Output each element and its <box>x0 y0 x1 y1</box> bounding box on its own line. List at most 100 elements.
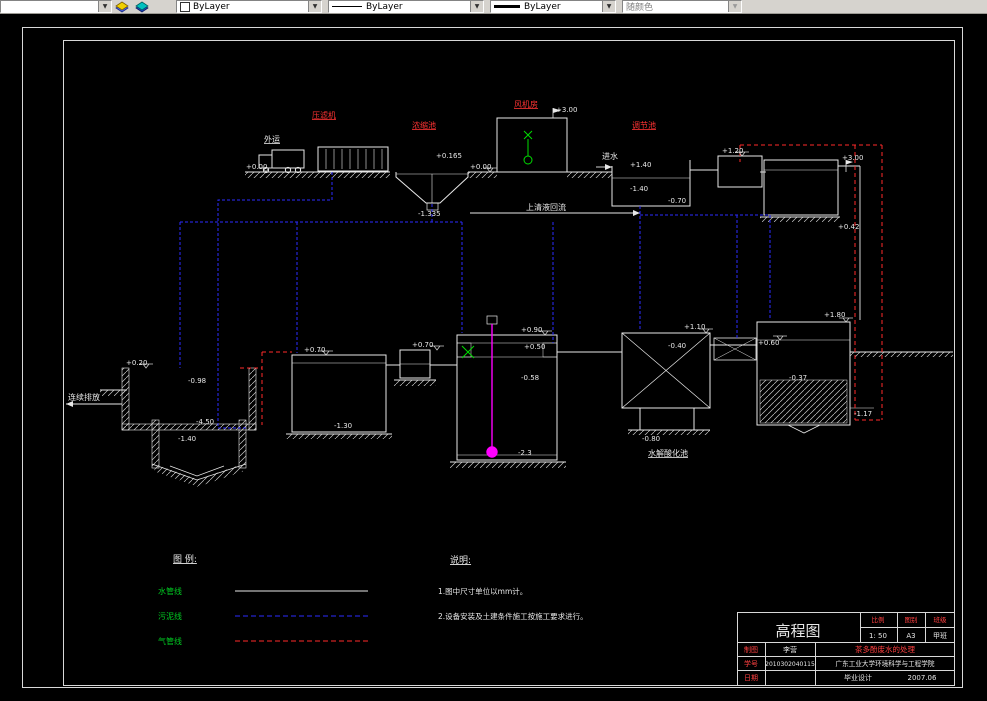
drafter-label: 制图 <box>744 645 758 654</box>
scale-value: 1: 50 <box>869 632 887 640</box>
ground-hatch <box>100 172 953 468</box>
make-object-layer-current-button[interactable] <box>112 0 132 13</box>
lineweight-dropdown[interactable]: ByLayer ▼ <box>490 0 616 13</box>
pump-unit <box>399 349 431 379</box>
pipes-sludge <box>179 172 771 429</box>
elevation-label: +1.40 <box>630 161 651 169</box>
elevation-label: +0.50 <box>524 343 545 351</box>
elevation-label: +0.70 <box>412 341 433 349</box>
elevation-label: +0.00 <box>246 163 267 171</box>
drawing-canvas[interactable]: +3.00 +0.00 +0.00 +0.165 -1.335 +1.40 -1… <box>0 0 987 701</box>
sheet-value: A3 <box>906 632 915 640</box>
elevation-label: -0.98 <box>188 377 206 385</box>
elevation-label: +1.10 <box>684 323 705 331</box>
elevation-label: +0.60 <box>758 339 779 347</box>
main-reactor-tank <box>456 315 558 461</box>
elevation-label: -4.50 <box>196 418 214 426</box>
chevron-down-icon[interactable]: ▼ <box>470 1 483 12</box>
class-label: 班级 <box>934 615 948 624</box>
color-dropdown[interactable]: ByLayer ▼ <box>176 0 322 13</box>
elevation-label: +0.42 <box>838 223 859 231</box>
elevation-label: +0.90 <box>521 326 542 334</box>
legend-item-label: 水管线 <box>158 586 182 596</box>
elevation-label: +0.00 <box>470 163 491 171</box>
elevation-label: +0.165 <box>436 152 462 160</box>
notes: 说明: 1.图中尺寸单位以mm计。 2.设备安装及土建条件施工按施工要求进行。 <box>438 554 588 621</box>
sheet-label: 图别 <box>905 615 918 624</box>
elevation-label: -0.58 <box>521 374 539 382</box>
elevation-label: +0.70 <box>304 346 325 354</box>
structures <box>100 108 953 487</box>
equipment-annotations: 压滤机 外运 浓缩池 风机房 调节池 进水 上清液回流 水解酸化池 连续排放 <box>68 99 688 458</box>
hydrolysis-tank <box>621 332 711 430</box>
lineweight-dropdown-value: ByLayer <box>524 1 561 12</box>
blower-room-building <box>496 117 568 173</box>
plotstyle-dropdown-value: 随颜色 <box>626 3 654 13</box>
student-id-label: 学号 <box>744 659 758 668</box>
school-name: 广东工业大学环境科学与工程学院 <box>836 659 935 668</box>
equipment-label: 压滤机 <box>312 110 336 120</box>
equipment-label: 进水 <box>602 151 618 161</box>
elevation-label: -1.335 <box>418 210 441 218</box>
lineweight-sample <box>494 5 520 8</box>
layer-dropdown[interactable]: ▼ <box>0 0 112 13</box>
note-item: 2.设备安装及土建条件施工按施工要求进行。 <box>438 611 588 621</box>
legend-item-label: 气管线 <box>158 636 182 646</box>
equipment-label: 上清液回流 <box>526 202 566 212</box>
layer-previous-button[interactable] <box>132 0 152 13</box>
chevron-down-icon: ▼ <box>728 1 741 12</box>
elevation-label: -0.40 <box>668 342 686 350</box>
elevation-flags <box>552 108 847 172</box>
class-value: 甲班 <box>933 631 947 640</box>
layer-previous-icon <box>135 1 149 12</box>
level-markers <box>138 151 854 369</box>
elevation-label: -0.70 <box>668 197 686 205</box>
date-label: 日期 <box>744 674 758 682</box>
legend-item-label: 污泥线 <box>158 611 182 621</box>
equipment-label: 连续排放 <box>68 392 100 402</box>
legend: 图 例: 水管线 污泥线 气管线 <box>158 553 368 646</box>
project-title: 茶多酚废水的处理 <box>855 644 915 654</box>
elevation-label: +0.20 <box>126 359 147 367</box>
notes-title: 说明: <box>450 554 471 566</box>
elevation-label: -1.17 <box>854 410 872 418</box>
properties-toolbar: ▼ ByLayer ▼ ByLayer ▼ ByLayer ▼ 随颜色 ▼ <box>0 0 987 14</box>
titleblock: 高程图 比例 图别 班级 1: 50 A3 甲班 制图 李营 学号 201030… <box>737 612 955 686</box>
chevron-down-icon[interactable]: ▼ <box>308 1 321 12</box>
drafter-value: 李营 <box>783 645 797 654</box>
aeration-tank <box>291 354 387 433</box>
design-type: 毕业设计 <box>844 673 872 682</box>
elevation-label: -0.37 <box>789 374 807 382</box>
mixer-shaft <box>486 324 498 458</box>
filter-press <box>317 146 389 172</box>
student-id-value: 2010302040115 <box>765 661 815 668</box>
elevation-label: -0.80 <box>642 435 660 443</box>
elevation-label: -1.40 <box>630 185 648 193</box>
elevation-label: -1.40 <box>178 435 196 443</box>
linetype-sample <box>332 6 362 7</box>
note-item: 1.图中尺寸单位以mm计。 <box>438 586 527 596</box>
legend-title: 图 例: <box>173 553 197 565</box>
elevation-label: +3.00 <box>842 154 863 162</box>
chevron-down-icon[interactable]: ▼ <box>98 1 111 12</box>
elevation-label: +1.20 <box>722 147 743 155</box>
equipment-label: 水解酸化池 <box>648 448 688 458</box>
connector-channel <box>713 337 757 361</box>
elevation-label: -2.3 <box>518 449 532 457</box>
elevation-label: +1.80 <box>824 311 845 319</box>
color-dropdown-value: ByLayer <box>193 1 230 12</box>
layers-icon <box>115 1 129 12</box>
chevron-down-icon[interactable]: ▼ <box>602 1 615 12</box>
distribution-tank <box>763 159 839 216</box>
color-swatch <box>180 1 190 12</box>
elevation-label: -1.30 <box>334 422 352 430</box>
linetype-dropdown[interactable]: ByLayer ▼ <box>328 0 484 13</box>
equipment-label: 浓缩池 <box>412 120 436 130</box>
equipment-label: 外运 <box>264 134 280 144</box>
design-date: 2007.06 <box>908 674 937 682</box>
equipment-label: 风机房 <box>514 99 538 109</box>
scale-label: 比例 <box>872 615 885 624</box>
plotstyle-dropdown: 随颜色 ▼ <box>622 0 742 13</box>
pipes-water <box>66 165 861 405</box>
linetype-dropdown-value: ByLayer <box>366 1 403 12</box>
